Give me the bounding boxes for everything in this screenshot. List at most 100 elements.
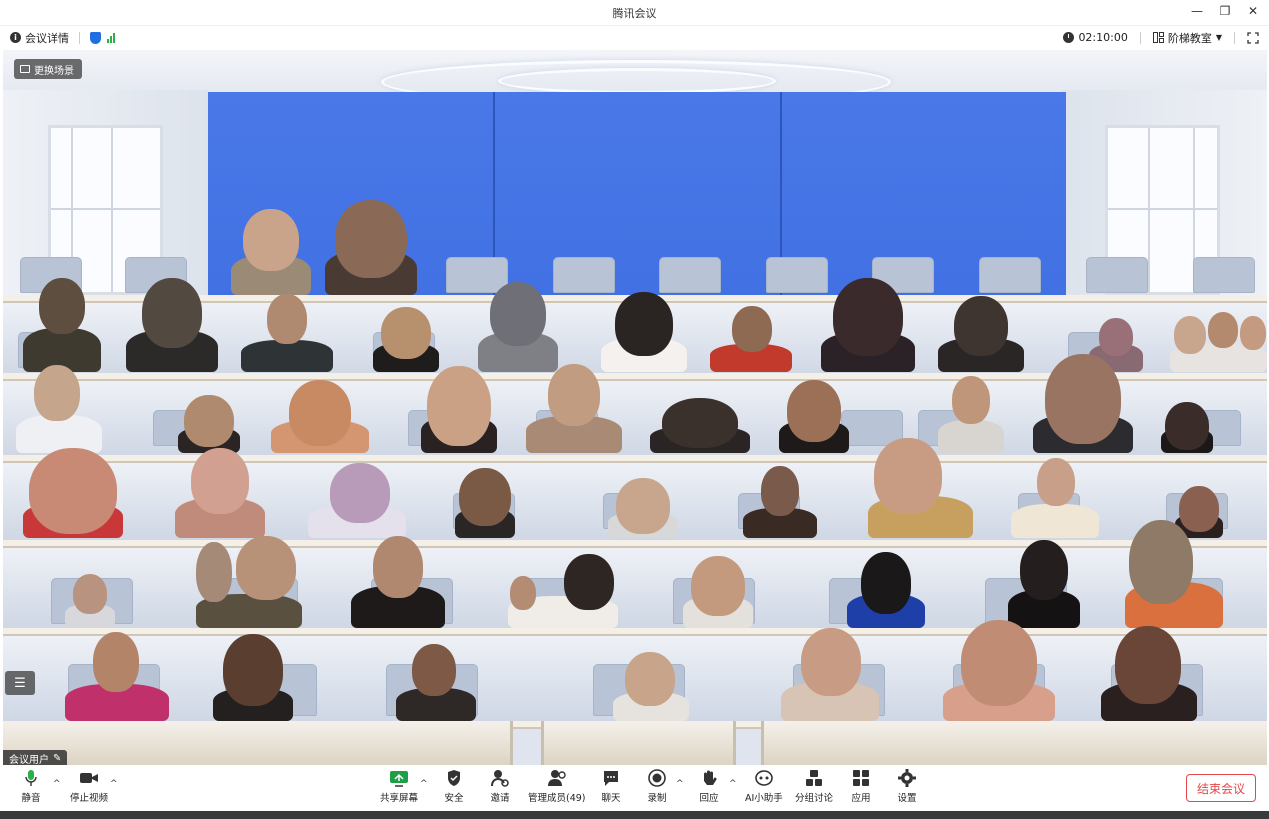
apps-label: 应用 <box>851 793 871 804</box>
participant-video[interactable] <box>1161 402 1213 453</box>
share-screen-button[interactable]: 共享屏幕 <box>380 769 418 804</box>
seat <box>1086 257 1148 293</box>
participant-video[interactable] <box>1033 354 1133 453</box>
mute-button[interactable]: 静音 <box>21 769 41 804</box>
participant-video[interactable] <box>421 366 497 453</box>
manage-members-button[interactable]: 管理成员(49) <box>528 769 586 804</box>
participant-video[interactable] <box>1125 520 1223 628</box>
clock-icon <box>1063 32 1075 43</box>
record-options-chevron-icon[interactable]: ^ <box>676 779 684 789</box>
video-options-chevron-icon[interactable]: ^ <box>110 779 118 789</box>
participant-video[interactable] <box>847 552 925 628</box>
meeting-details-button[interactable]: i 会议详情 <box>10 30 69 46</box>
share-options-chevron-icon[interactable]: ^ <box>420 779 428 789</box>
user-name-tag: 会议用户 ✎ <box>3 750 68 765</box>
participant-video[interactable] <box>396 644 476 721</box>
participant-video[interactable] <box>1101 626 1197 721</box>
list-icon: ☰ <box>14 675 26 691</box>
minimize-icon[interactable]: — <box>1191 4 1203 18</box>
stop-video-button[interactable]: 停止视频 <box>70 769 108 804</box>
ai-assistant-icon <box>754 769 774 787</box>
participant-video[interactable] <box>196 536 302 628</box>
participant-video[interactable] <box>478 282 558 372</box>
view-mode-dropdown[interactable]: 阶梯教室 ▼ <box>1152 30 1222 46</box>
participant-video[interactable] <box>613 652 689 721</box>
reactions-options-chevron-icon[interactable]: ^ <box>729 779 737 789</box>
participant-video[interactable] <box>710 306 792 372</box>
participant-video[interactable] <box>65 632 169 721</box>
participant-video[interactable] <box>683 556 753 628</box>
close-icon[interactable]: ✕ <box>1247 4 1259 18</box>
chat-label: 聊天 <box>601 793 621 804</box>
participant-video[interactable] <box>126 278 218 372</box>
participant-video[interactable] <box>508 554 618 628</box>
participant-video[interactable] <box>308 463 406 538</box>
apps-button[interactable]: 应用 <box>851 769 871 804</box>
participant-video[interactable] <box>601 292 687 372</box>
participant-video[interactable] <box>781 628 879 721</box>
participant-video[interactable] <box>650 398 750 453</box>
participant-video[interactable] <box>351 536 445 628</box>
participant-list-toggle[interactable]: ☰ <box>5 671 35 695</box>
participant-video[interactable] <box>241 294 333 372</box>
participant-video[interactable] <box>943 620 1055 721</box>
invite-button[interactable]: 邀请 <box>490 769 510 804</box>
share-screen-icon <box>389 769 409 787</box>
security-button[interactable]: 安全 <box>444 769 464 804</box>
mute-options-chevron-icon[interactable]: ^ <box>53 779 61 789</box>
participant-video[interactable] <box>23 278 101 372</box>
info-icon: i <box>10 32 21 43</box>
members-icon <box>547 769 567 787</box>
participant-video[interactable] <box>455 468 515 538</box>
invite-label: 邀请 <box>490 793 510 804</box>
security-shield-icon[interactable] <box>90 31 101 44</box>
participant-video[interactable] <box>608 478 678 538</box>
participant-video[interactable] <box>65 574 115 628</box>
participant-video[interactable] <box>16 365 102 453</box>
settings-button[interactable]: 设置 <box>897 769 917 804</box>
participant-video[interactable] <box>231 207 311 295</box>
participant-video[interactable] <box>373 307 439 372</box>
seat <box>766 257 828 293</box>
breakout-rooms-button[interactable]: 分组讨论 <box>795 769 833 804</box>
window-controls: — ❐ ✕ <box>1191 4 1259 18</box>
participant-video[interactable] <box>178 395 240 453</box>
chevron-down-icon: ▼ <box>1215 33 1222 42</box>
participant-video[interactable] <box>271 380 369 453</box>
participant-video[interactable] <box>1011 458 1099 538</box>
participant-video[interactable] <box>868 438 973 538</box>
seat <box>659 257 721 293</box>
participant-video[interactable] <box>743 466 817 538</box>
participant-video[interactable] <box>23 448 123 538</box>
record-button[interactable]: 录制 <box>647 769 667 804</box>
microphone-icon <box>21 769 41 787</box>
security-label: 安全 <box>444 793 464 804</box>
participant-video[interactable] <box>1008 540 1080 628</box>
fullscreen-icon[interactable] <box>1247 31 1259 44</box>
virtual-classroom-stage: 更换场景 ☰ 会议用户 ✎ <box>3 50 1267 765</box>
divider <box>1234 31 1235 44</box>
chat-button[interactable]: 聊天 <box>601 769 621 804</box>
camera-icon <box>79 769 99 787</box>
participant-video[interactable] <box>821 278 915 372</box>
participant-video[interactable] <box>526 364 622 453</box>
network-signal-icon[interactable] <box>107 32 115 43</box>
restore-icon[interactable]: ❐ <box>1219 4 1231 18</box>
participant-video[interactable] <box>325 200 417 295</box>
end-meeting-button[interactable]: 结束会议 <box>1186 774 1256 802</box>
timer-text: 02:10:00 <box>1078 31 1128 44</box>
shield-icon <box>444 769 464 787</box>
participant-video[interactable] <box>175 448 265 538</box>
front-desks <box>761 721 1267 765</box>
seat <box>553 257 615 293</box>
pencil-icon[interactable]: ✎ <box>53 753 61 764</box>
participant-video[interactable] <box>213 634 293 721</box>
reactions-button[interactable]: 回应 <box>699 769 719 804</box>
participant-video[interactable] <box>779 380 849 453</box>
participant-video[interactable] <box>1170 312 1267 372</box>
change-scene-button[interactable]: 更换场景 <box>14 59 82 79</box>
ai-assistant-button[interactable]: AI小助手 <box>745 769 783 804</box>
participant-video[interactable] <box>938 296 1024 372</box>
reactions-label: 回应 <box>699 793 719 804</box>
meeting-info-bar: i 会议详情 02:10:00 阶梯教室 ▼ <box>0 25 1269 49</box>
